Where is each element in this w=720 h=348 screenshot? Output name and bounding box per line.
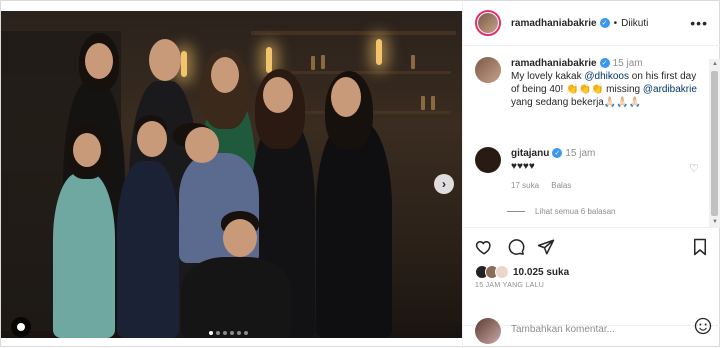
post-side-panel: ramadhaniabakrie ✓ • Diikuti ••• ramadha…: [462, 1, 720, 348]
wall-lamp: [266, 47, 272, 73]
verified-badge-icon: ✓: [599, 18, 610, 28]
comment-likes[interactable]: 17 suka: [511, 181, 539, 190]
face: [85, 43, 113, 79]
commenter-avatar[interactable]: [475, 147, 501, 173]
add-comment-bar: Tambahkan komentar...: [463, 317, 720, 348]
comment-input[interactable]: Tambahkan komentar...: [511, 324, 615, 335]
wall-lamp: [376, 39, 382, 65]
post-frame: › ramadhaniabakrie ✓ • Diikuti ••• ramad…: [0, 0, 720, 348]
comment-body: ♥♥♥♥: [511, 161, 535, 172]
comment-bubble-icon[interactable]: [507, 238, 525, 256]
person-small-boy: [181, 257, 291, 338]
person-teen: [316, 121, 392, 338]
carousel-dot: [209, 331, 213, 335]
action-bar: [463, 227, 720, 263]
face: [211, 57, 239, 93]
comment-like-heart-icon[interactable]: ♡: [689, 162, 699, 175]
comment-time: 15 jam: [565, 148, 596, 159]
person-icon: [17, 323, 25, 331]
liker-avatars: [475, 265, 509, 279]
comment-username[interactable]: gitajanu: [511, 148, 549, 159]
verified-badge-icon: ✓: [599, 58, 610, 69]
liker-avatar: [495, 265, 509, 279]
caption: ramadhaniabakrie ✓ 15 jam My lovely kakak …: [475, 57, 706, 109]
post-photo[interactable]: ›: [1, 11, 462, 338]
carousel-dot: [216, 331, 220, 335]
face: [185, 127, 219, 163]
view-replies-button[interactable]: Lihat semua 6 balasan: [507, 207, 616, 216]
face: [263, 77, 293, 113]
likes-row[interactable]: 10.025 suka: [475, 265, 569, 279]
comments-scrollbar[interactable]: ▲ ▼: [709, 59, 720, 227]
share-send-icon[interactable]: [537, 238, 555, 256]
comment-text: gitajanu ✓ 15 jam ♥♥♥♥ 17 suka Balas: [511, 147, 706, 192]
author-avatar[interactable]: [475, 10, 501, 36]
face: [223, 219, 257, 257]
bottle: [311, 56, 315, 70]
carousel-indicator: [209, 331, 248, 335]
current-user-avatar: [475, 318, 501, 344]
carousel-dot: [230, 331, 234, 335]
scroll-up-icon[interactable]: ▲: [712, 61, 718, 67]
reply-button[interactable]: Balas: [551, 181, 571, 190]
separator: •: [613, 17, 618, 29]
person-boy: [117, 161, 179, 338]
person-child-girl: [53, 173, 115, 338]
scroll-thumb[interactable]: [711, 71, 718, 216]
tagged-users-button[interactable]: [11, 317, 31, 337]
face: [331, 77, 361, 117]
bottle: [431, 96, 435, 110]
wall-lamp: [181, 51, 187, 77]
carousel-dot: [244, 331, 248, 335]
bottle: [321, 55, 325, 69]
mention-link[interactable]: @dhikoos: [584, 71, 629, 82]
likes-count[interactable]: 10.025 suka: [513, 267, 569, 278]
face: [137, 121, 167, 157]
comment-meta: 17 suka Balas: [511, 179, 706, 192]
chevron-right-icon: ›: [442, 177, 446, 191]
post-header: ramadhaniabakrie ✓ • Diikuti •••: [463, 1, 720, 46]
bottle: [421, 96, 425, 110]
carousel-dot: [223, 331, 227, 335]
follow-status-button[interactable]: Diikuti: [621, 18, 648, 29]
caption-time: 15 jam: [612, 58, 643, 69]
caption-part: My lovely kakak: [511, 71, 585, 82]
emoji-icon[interactable]: [694, 317, 712, 338]
post-timestamp[interactable]: 15 JAM YANG LALU: [475, 282, 544, 289]
mention-link[interactable]: @ardibakrie: [643, 84, 697, 95]
face: [149, 39, 181, 81]
shelf: [251, 31, 456, 35]
caption-part: yang sedang bekerja🙏🏻🙏🏻🙏🏻: [511, 97, 642, 108]
like-heart-icon[interactable]: [475, 238, 493, 256]
carousel-dot: [237, 331, 241, 335]
more-options-icon[interactable]: •••: [690, 15, 708, 31]
view-replies-label: Lihat semua 6 balasan: [535, 207, 616, 216]
verified-badge-icon: ✓: [552, 148, 563, 159]
face: [73, 133, 101, 167]
caption-text: ramadhaniabakrie ✓ 15 jam My lovely kakak …: [511, 57, 706, 109]
scroll-down-icon[interactable]: ▼: [712, 219, 718, 225]
caption-username[interactable]: ramadhaniabakrie: [511, 58, 597, 69]
replies-line: [507, 211, 525, 212]
author-username[interactable]: ramadhaniabakrie: [511, 18, 597, 29]
caption-avatar[interactable]: [475, 57, 501, 83]
bottle: [411, 55, 415, 69]
bookmark-icon[interactable]: [691, 238, 709, 256]
shelf: [291, 71, 451, 74]
comments-list[interactable]: ramadhaniabakrie ✓ 15 jam My lovely kakak …: [463, 47, 709, 227]
comment-item: gitajanu ✓ 15 jam ♥♥♥♥ 17 suka Balas: [475, 147, 706, 192]
next-photo-button[interactable]: ›: [434, 174, 454, 194]
